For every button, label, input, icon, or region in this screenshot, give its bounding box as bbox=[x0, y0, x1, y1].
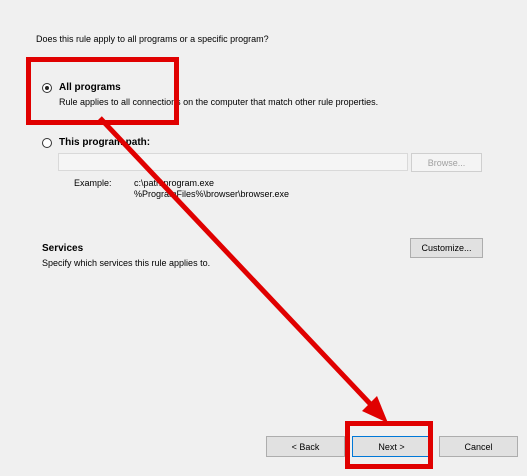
cancel-button[interactable]: Cancel bbox=[439, 436, 518, 457]
program-path-label[interactable]: This program path: bbox=[59, 137, 150, 148]
services-heading: Services bbox=[42, 243, 84, 254]
next-button-highlight bbox=[345, 421, 433, 469]
all-programs-highlight bbox=[26, 57, 179, 125]
arrow-head bbox=[362, 396, 388, 423]
customize-button[interactable]: Customize... bbox=[410, 238, 483, 258]
browse-button[interactable]: Browse... bbox=[411, 153, 482, 172]
example-path-2: %ProgramFiles%\browser\browser.exe bbox=[134, 189, 290, 199]
example-path-1: c:\path\program.exe bbox=[134, 178, 215, 188]
scope-question: Does this rule apply to all programs or … bbox=[36, 34, 269, 44]
program-path-input[interactable] bbox=[58, 153, 408, 171]
example-label: Example: bbox=[74, 178, 112, 188]
program-path-radio[interactable] bbox=[42, 138, 52, 148]
back-button[interactable]: < Back bbox=[266, 436, 345, 457]
services-description: Specify which services this rule applies… bbox=[42, 258, 211, 268]
